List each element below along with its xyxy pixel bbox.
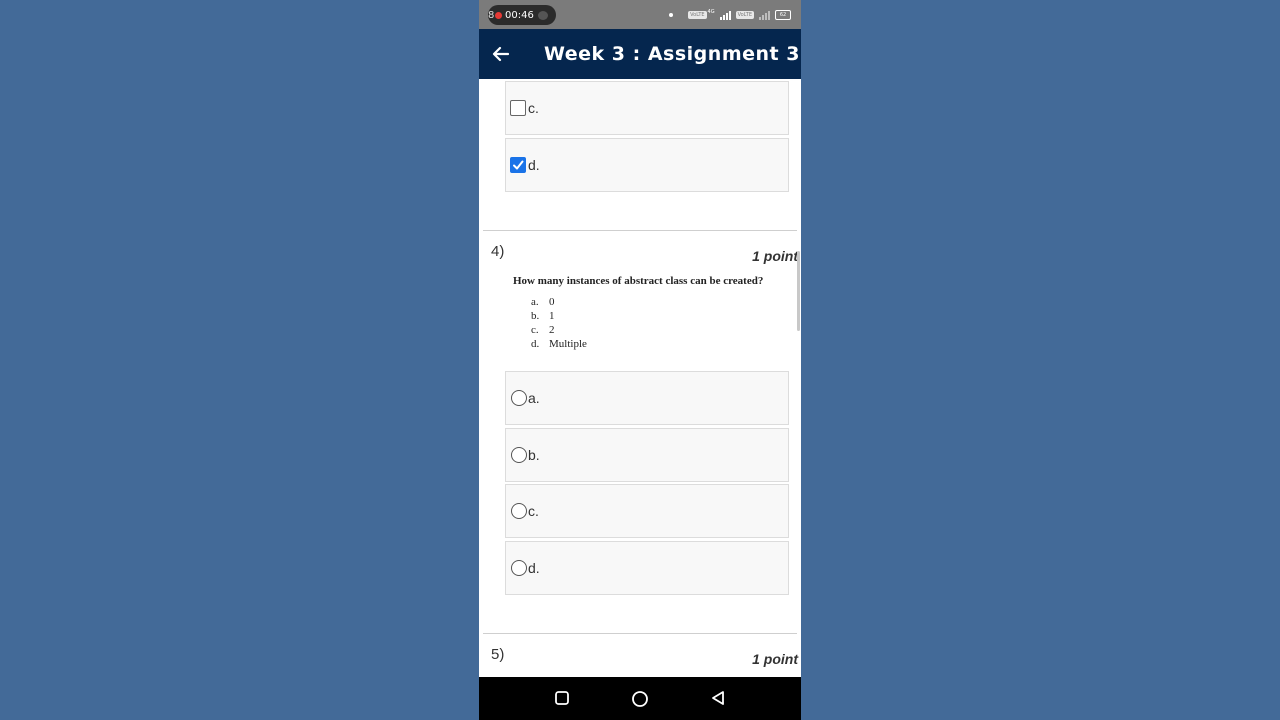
checkbox-d-checked[interactable] (510, 157, 526, 173)
choice-item: a. 0 (531, 296, 555, 308)
back-triangle-icon[interactable] (710, 690, 726, 706)
checkmark-icon (513, 160, 524, 170)
option-c[interactable]: c. (505, 484, 789, 538)
status-icons: VoLTE 4G VoLTE 62 (669, 8, 791, 22)
question-points: 1 point (752, 651, 798, 667)
question-number: 5) (491, 646, 505, 663)
recent-apps-icon[interactable] (554, 690, 570, 706)
option-c-prev[interactable]: c. (505, 81, 789, 135)
phone-screen: 8 00:46 VoLTE 4G VoLTE 62 Week 3 : Assig… (479, 0, 801, 720)
choice-item: c. 2 (531, 324, 555, 336)
radio-a[interactable] (511, 390, 527, 406)
option-label: b. (528, 447, 540, 463)
screen-recording-indicator[interactable]: 8 00:46 (488, 5, 556, 25)
choice-item: d. Multiple (531, 338, 587, 350)
assignment-content: c. d. 4) 1 point How many instances of a… (479, 79, 801, 677)
option-a[interactable]: a. (505, 371, 789, 425)
question-points: 1 point (752, 248, 798, 264)
scrollbar[interactable] (797, 251, 800, 331)
question-divider (483, 230, 797, 231)
question-text: How many instances of abstract class can… (513, 275, 764, 287)
checkbox-c[interactable] (510, 100, 526, 116)
back-arrow-icon[interactable] (491, 44, 511, 64)
status-bar: 8 00:46 VoLTE 4G VoLTE 62 (479, 0, 801, 29)
recording-dot-icon (495, 11, 502, 19)
option-label: d. (528, 560, 540, 576)
signal-icon-1 (719, 10, 731, 20)
option-label: c. (528, 503, 539, 519)
camera-icon (537, 10, 548, 20)
radio-b[interactable] (511, 447, 527, 463)
network-type: 4G (707, 8, 715, 15)
radio-d[interactable] (511, 560, 527, 576)
question-divider (483, 633, 797, 634)
choice-item: b. 1 (531, 310, 555, 322)
option-d-prev[interactable]: d. (505, 138, 789, 192)
question-choices: a. 0 b. 1 c. 2 d. Multiple (531, 295, 587, 351)
option-label: a. (528, 390, 540, 406)
battery-icon: 62 (775, 10, 791, 20)
signal-icon-2 (759, 10, 770, 20)
option-b[interactable]: b. (505, 428, 789, 482)
navigation-bar (479, 677, 801, 720)
app-bar: Week 3 : Assignment 3 (479, 29, 801, 79)
volte-badge-2: VoLTE (735, 11, 754, 19)
radio-c[interactable] (511, 503, 527, 519)
page-title: Week 3 : Assignment 3 (544, 43, 800, 65)
question-number: 4) (491, 243, 505, 260)
notification-dot-icon (669, 13, 674, 17)
status-lead-char: 8 (488, 9, 494, 21)
option-label: c. (528, 100, 539, 116)
option-label: d. (528, 157, 540, 173)
option-d[interactable]: d. (505, 541, 789, 595)
recording-time: 00:46 (505, 9, 534, 21)
volte-badge-1: VoLTE (688, 11, 707, 19)
home-icon[interactable] (631, 690, 649, 708)
